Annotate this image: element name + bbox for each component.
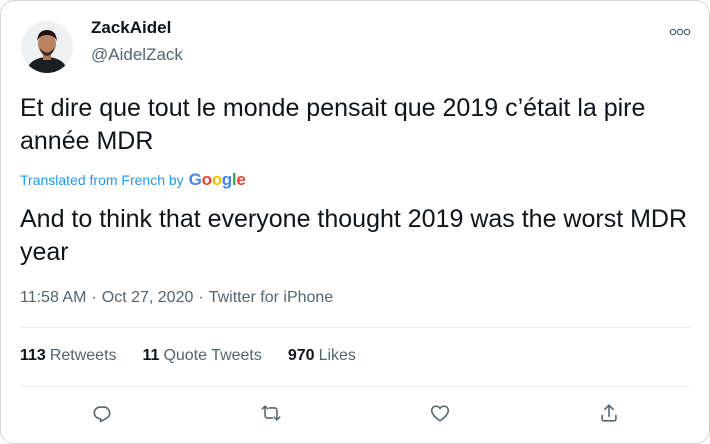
translation-label: Translated from French by (20, 172, 184, 188)
tweet-card: ZackAidel @AidelZack Et dire que tout le… (0, 0, 710, 444)
meta-separator: · (91, 289, 97, 306)
likes-label: Likes (318, 347, 356, 364)
author-name[interactable]: ZackAidel (91, 18, 171, 38)
share-button[interactable] (595, 399, 623, 427)
divider (20, 327, 690, 328)
avatar[interactable] (21, 21, 73, 73)
more-options-icon[interactable] (669, 23, 691, 36)
avatar-photo (21, 21, 73, 73)
action-bar (1, 399, 709, 429)
tweet-metadata: 11:58 AM · Oct 27, 2020 · Twitter for iPhone (20, 289, 333, 307)
reply-icon (93, 406, 111, 423)
tweet-stats: 113 Retweets 11 Quote Tweets 970 Likes (20, 347, 356, 365)
translation-attribution[interactable]: Translated from French by Google (20, 170, 246, 190)
quotes-label: Quote Tweets (163, 347, 262, 364)
share-icon (601, 404, 617, 422)
meta-separator: · (198, 289, 204, 306)
reply-button[interactable] (88, 399, 116, 427)
tweet-text-translated: And to think that everyone thought 2019 … (20, 205, 688, 266)
like-button[interactable] (426, 399, 454, 427)
likes-count: 970 (287, 347, 315, 364)
quotes-count: 11 (142, 347, 160, 364)
retweet-button[interactable] (257, 399, 285, 427)
tweet-time[interactable]: 11:58 AM (20, 289, 86, 306)
retweet-icon (261, 405, 281, 421)
like-icon (430, 405, 450, 422)
divider (20, 386, 690, 387)
google-logo: Google (188, 170, 246, 189)
retweets-count: 113 (20, 347, 46, 364)
tweet-text-original: Et dire que tout le monde pensait que 20… (20, 94, 646, 155)
tweet-date[interactable]: Oct 27, 2020 (102, 289, 194, 306)
quotes-stat[interactable]: 11 Quote Tweets (143, 347, 262, 365)
tweet-source[interactable]: Twitter for iPhone (209, 289, 334, 306)
likes-stat[interactable]: 970 Likes (288, 347, 356, 365)
retweets-stat[interactable]: 113 Retweets (20, 347, 117, 365)
author-handle[interactable]: @AidelZack (91, 45, 183, 65)
retweets-label: Retweets (49, 347, 117, 364)
